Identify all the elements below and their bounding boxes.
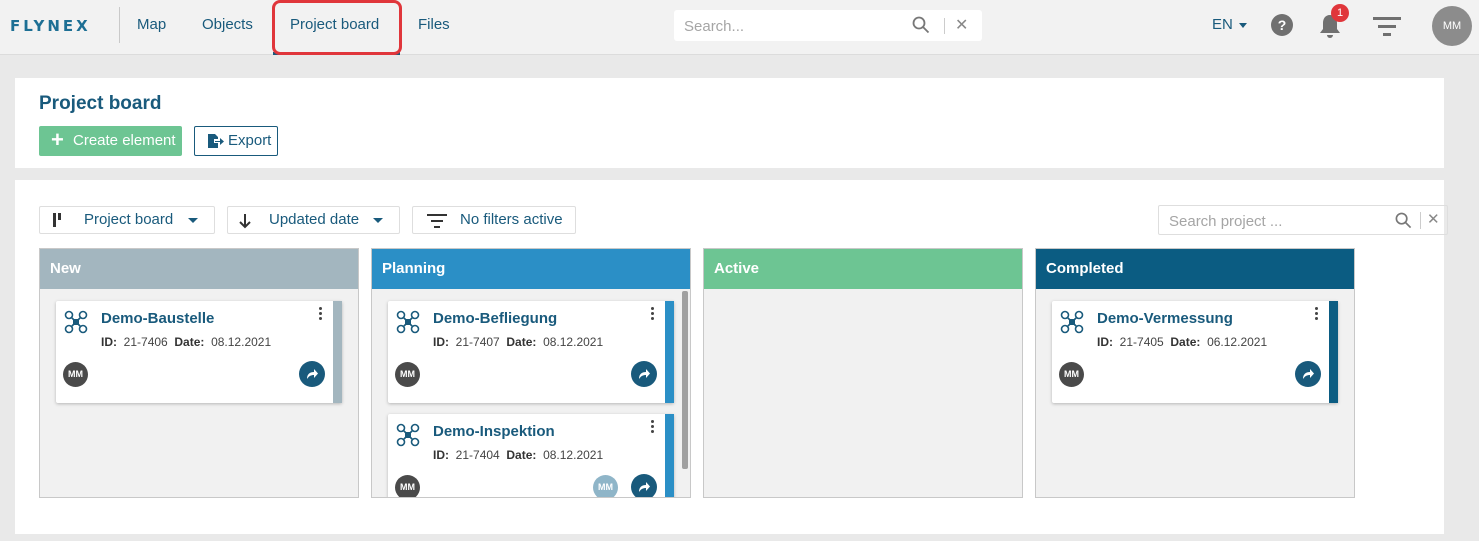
open-project-button[interactable] [299,361,325,387]
column-planning: Planning Demo-Befliegung ID: 21-7407 Dat… [371,248,691,498]
project-card[interactable]: Demo-Befliegung ID: 21-7407 Date: 08.12.… [388,301,674,403]
export-label: Export [228,132,272,149]
export-button[interactable]: Export [194,126,278,156]
column-body: Demo-Befliegung ID: 21-7407 Date: 08.12.… [372,289,690,497]
filter-icon[interactable] [1372,15,1402,44]
drone-icon [396,423,420,447]
share-arrow-icon [1303,369,1314,379]
kebab-icon[interactable] [1315,307,1319,322]
clear-search-icon[interactable]: ✕ [955,15,968,35]
open-project-button[interactable] [631,474,657,497]
kebab-icon[interactable] [319,307,323,322]
card-title[interactable]: Demo-Befliegung [433,310,557,327]
language-label: EN [1212,16,1233,33]
help-icon[interactable]: ? [1271,14,1293,36]
view-dropdown-label: Project board [84,211,174,228]
create-element-label: Create element [73,132,176,149]
project-card[interactable]: Demo-Inspektion ID: 21-7404 Date: 08.12.… [388,414,674,497]
avatar: MM [1059,362,1084,387]
column-new: New Demo-Baustelle ID: 21-7406 Date: 08.… [39,248,359,498]
card-status-stripe [665,414,674,497]
plus-icon: + [51,127,64,152]
clear-search-icon[interactable]: ✕ [1427,210,1440,228]
card-meta: ID: 21-7404 Date: 08.12.2021 [433,448,604,462]
card-title[interactable]: Demo-Baustelle [101,310,214,327]
column-completed: Completed Demo-Vermessung ID: 21-7405 Da… [1035,248,1355,498]
avatar: MM [395,362,420,387]
nav-map[interactable]: Map [137,16,166,33]
notification-badge: 1 [1331,4,1349,22]
language-select[interactable]: EN [1212,16,1247,33]
user-avatar[interactable]: MM [1432,6,1472,46]
avatar: MM [395,475,420,497]
card-status-stripe [665,301,674,403]
column-header: Active [704,249,1022,289]
page-title: Project board [39,93,162,114]
board-view-icon [53,213,61,227]
column-body: Demo-Baustelle ID: 21-7406 Date: 08.12.2… [40,289,358,497]
avatar: MM [63,362,88,387]
share-arrow-icon [307,369,318,379]
card-meta: ID: 21-7406 Date: 08.12.2021 [101,335,272,349]
filter-lines-icon [427,214,447,228]
search-divider [944,18,945,34]
drone-icon [396,310,420,334]
column-header: New [40,249,358,289]
sort-dropdown[interactable]: Updated date [227,206,400,234]
board-panel: Project board Updated date No filters ac… [15,180,1448,534]
project-card[interactable]: Demo-Baustelle ID: 21-7406 Date: 08.12.2… [56,301,342,403]
view-dropdown[interactable]: Project board [39,206,215,234]
share-arrow-icon [639,369,650,379]
column-header: Planning [372,249,690,289]
project-card[interactable]: Demo-Vermessung ID: 21-7405 Date: 06.12.… [1052,301,1338,403]
search-divider [1420,212,1421,229]
project-search: ✕ [1158,205,1448,235]
arrow-down-icon [239,214,251,229]
caret-down-icon [1238,22,1247,28]
logo-divider [119,7,120,43]
create-element-button[interactable]: + Create element [39,126,182,156]
sort-dropdown-label: Updated date [269,211,360,228]
assignee-avatar: MM [593,475,618,497]
page-header: Project board + Create element Export [15,78,1444,168]
drone-icon [64,310,88,334]
open-project-button[interactable] [1295,361,1321,387]
card-status-stripe [333,301,342,403]
card-meta: ID: 21-7407 Date: 08.12.2021 [433,335,604,349]
global-search-input[interactable] [684,16,904,36]
export-icon [208,134,224,148]
top-navbar: FLYNEX Map Objects Project board Files ✕… [0,0,1479,55]
search-icon[interactable] [1395,212,1412,234]
open-project-button[interactable] [631,361,657,387]
column-active: Active [703,248,1023,498]
filters-label: No filters active [460,211,563,228]
kebab-icon[interactable] [651,307,655,322]
nav-active-indicator [273,52,400,55]
project-search-input[interactable] [1169,212,1384,230]
column-body: Demo-Vermessung ID: 21-7405 Date: 06.12.… [1036,289,1354,497]
caret-down-icon [373,218,383,223]
share-arrow-icon [639,482,650,492]
filters-button[interactable]: No filters active [412,206,576,234]
nav-objects[interactable]: Objects [202,16,253,33]
column-scrollbar[interactable] [682,291,688,469]
card-title[interactable]: Demo-Inspektion [433,423,555,440]
card-status-stripe [1329,301,1338,403]
search-icon[interactable] [912,16,930,39]
column-header: Completed [1036,249,1354,289]
caret-down-icon [188,218,198,223]
kebab-icon[interactable] [651,420,655,435]
card-title[interactable]: Demo-Vermessung [1097,310,1233,327]
card-meta: ID: 21-7405 Date: 06.12.2021 [1097,335,1268,349]
nav-project-board[interactable]: Project board [290,16,379,33]
nav-files[interactable]: Files [418,16,450,33]
global-search: ✕ [674,10,982,41]
drone-icon [1060,310,1084,334]
flynex-logo[interactable]: FLYNEX [10,17,91,35]
